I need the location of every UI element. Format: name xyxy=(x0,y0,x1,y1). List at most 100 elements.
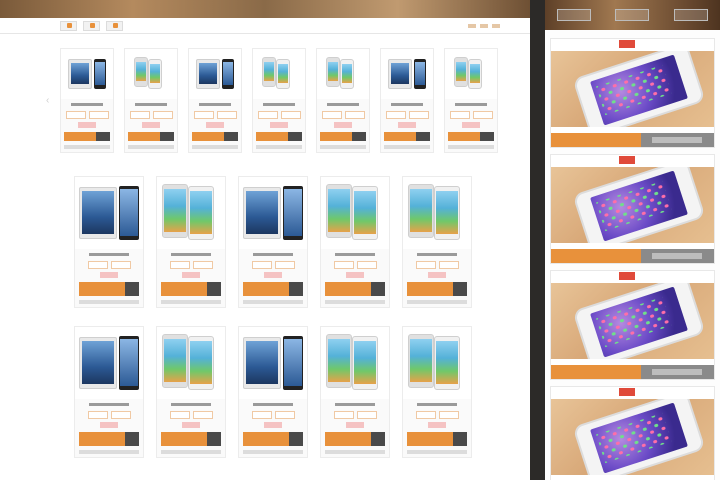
product-image[interactable] xyxy=(239,177,307,249)
spec-option[interactable] xyxy=(65,111,86,119)
product-image[interactable] xyxy=(321,327,389,399)
spec-option[interactable] xyxy=(251,411,272,419)
product-image[interactable] xyxy=(189,49,241,99)
buy-button[interactable] xyxy=(325,432,385,446)
product-card[interactable] xyxy=(380,48,434,153)
promo-card[interactable] xyxy=(550,154,715,264)
promo-more-button[interactable] xyxy=(640,133,714,147)
product-image[interactable] xyxy=(321,177,389,249)
promo-tab-1[interactable] xyxy=(557,9,592,21)
spec-option[interactable] xyxy=(193,111,214,119)
promo-buy-button[interactable] xyxy=(551,365,641,379)
product-card[interactable] xyxy=(238,176,308,308)
product-card[interactable] xyxy=(60,48,114,153)
spec-option[interactable] xyxy=(192,411,213,419)
product-image[interactable] xyxy=(157,177,225,249)
nav-link[interactable] xyxy=(480,23,488,28)
product-card[interactable] xyxy=(316,48,370,153)
buy-button[interactable] xyxy=(79,282,139,296)
spec-option[interactable] xyxy=(438,411,459,419)
buy-button[interactable] xyxy=(64,132,110,141)
product-card[interactable] xyxy=(156,326,226,458)
product-image[interactable] xyxy=(317,49,369,99)
buy-button[interactable] xyxy=(256,132,302,141)
promo-tab-2[interactable] xyxy=(615,9,650,21)
buy-button[interactable] xyxy=(448,132,494,141)
spec-option[interactable] xyxy=(251,261,272,269)
spec-option[interactable] xyxy=(321,111,342,119)
promo-photo[interactable] xyxy=(551,399,714,475)
promo-tab-3[interactable] xyxy=(673,9,708,21)
promo-more-button[interactable] xyxy=(640,365,714,379)
spec-option[interactable] xyxy=(333,411,354,419)
promo-buy-button[interactable] xyxy=(551,133,641,147)
product-card[interactable] xyxy=(74,326,144,458)
product-card[interactable] xyxy=(320,176,390,308)
spec-option[interactable] xyxy=(87,261,108,269)
spec-option[interactable] xyxy=(216,111,237,119)
buy-button[interactable] xyxy=(128,132,174,141)
spec-option[interactable] xyxy=(129,111,150,119)
product-card[interactable] xyxy=(124,48,178,153)
product-image[interactable] xyxy=(75,327,143,399)
buy-button[interactable] xyxy=(243,432,303,446)
spec-option[interactable] xyxy=(344,111,365,119)
spec-option[interactable] xyxy=(110,411,131,419)
product-image[interactable] xyxy=(75,177,143,249)
carousel-prev-icon[interactable]: ‹ xyxy=(46,96,52,106)
product-image[interactable] xyxy=(61,49,113,99)
product-image[interactable] xyxy=(125,49,177,99)
spec-option[interactable] xyxy=(274,261,295,269)
spec-option[interactable] xyxy=(87,411,108,419)
spec-option[interactable] xyxy=(333,261,354,269)
product-card[interactable] xyxy=(252,48,306,153)
spec-option[interactable] xyxy=(257,111,278,119)
product-image[interactable] xyxy=(445,49,497,99)
spec-option[interactable] xyxy=(408,111,429,119)
promo-photo[interactable] xyxy=(551,51,714,127)
spec-option[interactable] xyxy=(385,111,406,119)
product-card[interactable] xyxy=(74,176,144,308)
product-image[interactable] xyxy=(253,49,305,99)
product-card[interactable] xyxy=(188,48,242,153)
promo-card[interactable] xyxy=(550,38,715,148)
buy-button[interactable] xyxy=(320,132,366,141)
buy-button[interactable] xyxy=(243,282,303,296)
spec-option[interactable] xyxy=(472,111,493,119)
buy-button[interactable] xyxy=(161,282,221,296)
product-card[interactable] xyxy=(238,326,308,458)
spec-option[interactable] xyxy=(169,261,190,269)
buy-button[interactable] xyxy=(407,282,467,296)
product-image[interactable] xyxy=(239,327,307,399)
spec-option[interactable] xyxy=(356,261,377,269)
spec-option[interactable] xyxy=(415,411,436,419)
spec-option[interactable] xyxy=(415,261,436,269)
product-image[interactable] xyxy=(381,49,433,99)
spec-option[interactable] xyxy=(152,111,173,119)
buy-button[interactable] xyxy=(161,432,221,446)
promo-buy-button[interactable] xyxy=(551,249,641,263)
nav-item-2[interactable] xyxy=(83,20,100,31)
spec-option[interactable] xyxy=(356,411,377,419)
spec-option[interactable] xyxy=(192,261,213,269)
product-image[interactable] xyxy=(157,327,225,399)
nav-item-1[interactable] xyxy=(60,20,77,31)
buy-button[interactable] xyxy=(79,432,139,446)
product-card[interactable] xyxy=(156,176,226,308)
product-image[interactable] xyxy=(403,327,471,399)
spec-option[interactable] xyxy=(274,411,295,419)
buy-button[interactable] xyxy=(192,132,238,141)
buy-button[interactable] xyxy=(384,132,430,141)
spec-option[interactable] xyxy=(110,261,131,269)
nav-link[interactable] xyxy=(468,23,476,28)
product-card[interactable] xyxy=(320,326,390,458)
spec-option[interactable] xyxy=(169,411,190,419)
buy-button[interactable] xyxy=(407,432,467,446)
spec-option[interactable] xyxy=(280,111,301,119)
spec-option[interactable] xyxy=(88,111,109,119)
promo-photo[interactable] xyxy=(551,167,714,243)
buy-button[interactable] xyxy=(325,282,385,296)
product-card[interactable] xyxy=(402,176,472,308)
promo-photo[interactable] xyxy=(551,283,714,359)
product-card[interactable] xyxy=(402,326,472,458)
